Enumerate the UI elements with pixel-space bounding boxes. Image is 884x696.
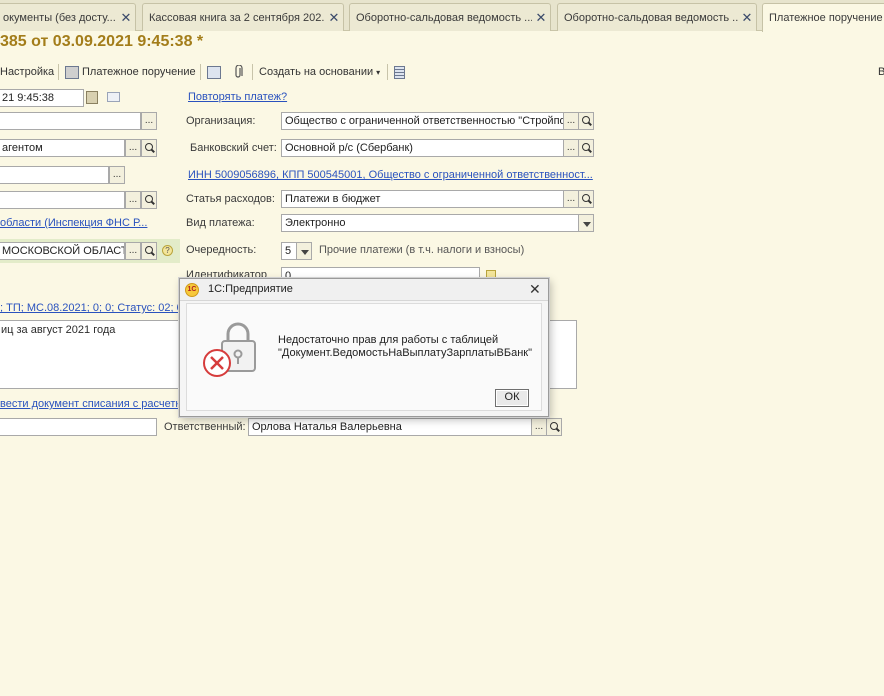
ok-button[interactable]: ОК — [495, 389, 529, 407]
print-payment-order-button[interactable]: Платежное поручение — [65, 63, 196, 81]
priority-label: Очередность: — [186, 244, 257, 256]
tab-turnover-sheet-1[interactable]: Оборотно-сальдовая ведомость ... ✕ — [349, 3, 551, 31]
select-button[interactable]: ... — [109, 166, 125, 184]
search-icon[interactable] — [578, 190, 594, 208]
tab-label: Оборотно-сальдовая ведомость ... — [356, 11, 532, 24]
app-logo-icon: 1С — [185, 283, 199, 297]
tab-cash-book[interactable]: Кассовая книга за 2 сентября 202... ✕ — [142, 3, 344, 31]
close-icon[interactable]: ✕ — [117, 10, 135, 26]
comment-field[interactable] — [0, 418, 157, 436]
tab-bar: окументы (без досту... ✕ Кассовая книга … — [0, 0, 884, 32]
select-button[interactable]: ... — [563, 139, 579, 157]
structure-button[interactable] — [207, 63, 224, 81]
responsible-label: Ответственный: — [164, 421, 246, 433]
search-icon[interactable] — [578, 112, 594, 130]
create-based-on-button[interactable]: Создать на основании ▾ — [259, 63, 380, 81]
calendar-icon[interactable] — [86, 91, 98, 104]
chevron-down-icon[interactable] — [578, 214, 594, 232]
settings-button[interactable]: Настройка — [0, 63, 54, 81]
create-based-on-label: Создать на основании — [259, 66, 374, 78]
settings-label: Настройка — [0, 66, 55, 78]
responsible-field[interactable]: Орлова Наталья Валерьевна — [248, 418, 532, 436]
attach-button[interactable] — [234, 63, 244, 81]
search-icon[interactable] — [141, 191, 157, 209]
select-button[interactable]: ... — [125, 242, 141, 260]
select-button[interactable]: ... — [531, 418, 547, 436]
toolbar-divider — [200, 64, 201, 80]
tab-payment-order[interactable]: Платежное поручение — [762, 3, 884, 32]
search-icon[interactable] — [141, 242, 157, 260]
print-payment-order-label: Платежное поручение — [82, 66, 196, 78]
printer-icon — [65, 65, 79, 79]
tab-turnover-sheet-2[interactable]: Оборотно-сальдовая ведомость ... ✕ — [557, 3, 757, 31]
writeoff-document-link[interactable]: вести документ списания с расчетн — [0, 398, 182, 410]
calculator-icon[interactable] — [107, 92, 120, 102]
agent-field[interactable]: агентом — [0, 139, 125, 157]
access-denied-icon — [203, 322, 256, 377]
close-icon[interactable]: ✕ — [325, 10, 343, 26]
close-icon[interactable]: ✕ — [529, 281, 541, 298]
payment-status-link[interactable]: ; ТП; МС.08.2021; 0; 0; Статус: 02; 0 — [0, 302, 183, 314]
expense-item-field[interactable]: Платежи в бюджет — [281, 190, 564, 208]
bank-account-label: Банковский счет: — [190, 142, 277, 154]
organization-field[interactable]: Общество с ограниченной ответственностью… — [281, 112, 564, 130]
tab-label: Оборотно-сальдовая ведомость ... — [564, 11, 738, 24]
toolbar-divider — [58, 64, 59, 80]
dialog-title: 1С:Предприятие — [208, 283, 293, 295]
more-label: В — [878, 66, 884, 78]
search-icon[interactable] — [141, 139, 157, 157]
close-icon[interactable]: ✕ — [532, 10, 550, 26]
expense-item-label: Статья расходов: — [186, 193, 275, 205]
date-field[interactable]: 21 9:45:38 — [0, 89, 84, 107]
list-button[interactable] — [394, 63, 408, 81]
paperclip-icon — [235, 65, 243, 78]
search-icon[interactable] — [546, 418, 562, 436]
select-button[interactable]: ... — [141, 112, 157, 130]
organization-label: Организация: — [186, 115, 256, 127]
tab-label: Кассовая книга за 2 сентября 202... — [149, 11, 325, 24]
more-button[interactable]: В — [878, 63, 884, 81]
tab-documents[interactable]: окументы (без досту... ✕ — [0, 3, 136, 31]
help-icon[interactable]: ? — [162, 245, 173, 256]
toolbar-divider — [252, 64, 253, 80]
payment-type-field[interactable]: Электронно — [281, 214, 579, 232]
dialog-message-line2: "Документ.ВедомостьНаВыплатуЗарплатыВБан… — [278, 347, 532, 359]
counterparty-inn-link[interactable]: ИНН 5009056896, КПП 500545001, Общество … — [188, 169, 593, 181]
toolbar-divider — [387, 64, 388, 80]
close-icon[interactable]: ✕ — [738, 10, 756, 26]
list-icon — [394, 65, 405, 79]
chevron-down-icon: ▾ — [376, 67, 381, 77]
tax-office-link[interactable]: области (Инспекция ФНС Р... — [0, 217, 147, 229]
payment-type-label: Вид платежа: — [186, 217, 255, 229]
number-field[interactable] — [0, 112, 141, 130]
select-button[interactable]: ... — [563, 112, 579, 130]
page-title: 385 от 03.09.2021 9:45:38 * — [0, 33, 204, 50]
field-3[interactable] — [0, 166, 109, 184]
search-icon[interactable] — [578, 139, 594, 157]
error-dialog: 1С 1С:Предприятие ✕ Недостаточно прав дл… — [179, 278, 549, 417]
purpose-text: иц за август 2021 года — [1, 324, 116, 336]
tab-label: окументы (без досту... — [3, 11, 116, 24]
dialog-message-line1: Недостаточно прав для работы с таблицей — [278, 334, 499, 346]
repeat-payment-link[interactable]: Повторять платеж? — [188, 91, 287, 103]
select-button[interactable]: ... — [563, 190, 579, 208]
chevron-down-icon[interactable] — [296, 242, 312, 260]
priority-note: Прочие платежи (в т.ч. налоги и взносы) — [319, 244, 525, 256]
field-4[interactable] — [0, 191, 125, 209]
select-button[interactable]: ... — [125, 191, 141, 209]
bank-account-field[interactable]: Основной р/с (Сбербанк) — [281, 139, 564, 157]
tab-label: Платежное поручение — [769, 12, 883, 24]
structure-icon — [207, 65, 221, 79]
dialog-header: 1С 1С:Предприятие ✕ — [180, 279, 548, 301]
recipient-field[interactable]: МОСКОВСКОЙ ОБЛАСТИ — [0, 242, 125, 260]
select-button[interactable]: ... — [125, 139, 141, 157]
